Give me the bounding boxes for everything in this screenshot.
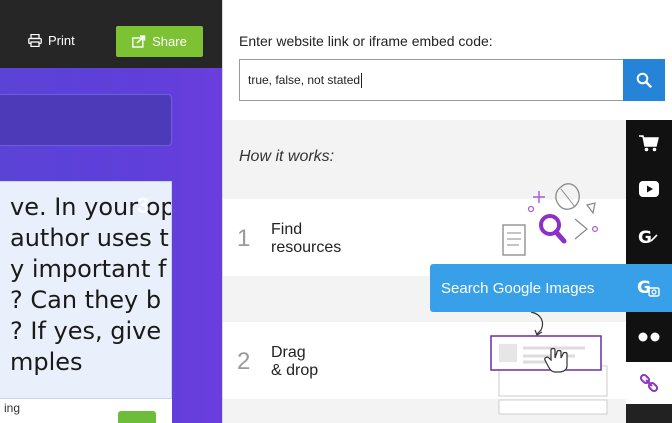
google-images-icon: G: [637, 278, 660, 298]
google-link-icon: G: [638, 228, 658, 247]
embed-input[interactable]: true, false, not stated: [239, 59, 623, 101]
sidebar-item-link[interactable]: [626, 364, 672, 402]
card-number-badge: 3: [137, 193, 150, 218]
sidebar-item-google-search[interactable]: G: [626, 218, 672, 256]
card-line: ? Can they b: [10, 286, 162, 314]
drag-drop-illustration: [490, 311, 608, 415]
step-label-line: Find: [271, 221, 303, 238]
card-line: mples: [10, 348, 83, 376]
card-text: ve. In your op author uses t y important…: [10, 192, 171, 378]
media-panel: Enter website link or iframe embed code:…: [222, 0, 672, 423]
embed-input-value: true, false, not stated: [248, 73, 361, 87]
youtube-icon: [639, 181, 659, 197]
top-toolbar: Print Share: [0, 0, 222, 68]
search-icon: [636, 72, 652, 88]
svg-text:G: G: [638, 228, 652, 247]
sidebar-item-google-images[interactable]: G: [626, 264, 672, 312]
card-line: y important f: [10, 255, 167, 283]
flickr-icon: [638, 332, 660, 342]
step-number: 2: [237, 348, 251, 375]
step-label-line: & drop: [271, 362, 319, 379]
how-it-works-title: How it works:: [239, 148, 335, 165]
bottom-strip-label: ing: [4, 401, 21, 415]
sidebar-more[interactable]: [626, 404, 672, 423]
google-images-tooltip: Search Google Images: [430, 264, 626, 312]
card-line: ? If yes, give: [10, 317, 162, 345]
embed-label: Enter website link or iframe embed code:: [239, 33, 493, 49]
title-field[interactable]: [0, 94, 172, 146]
sidebar-item-youtube[interactable]: [626, 170, 672, 208]
step-label: Find resources: [271, 221, 341, 257]
sidebar-item-flickr[interactable]: [626, 318, 672, 356]
share-icon: [132, 35, 146, 48]
share-button[interactable]: Share: [116, 26, 203, 57]
find-resources-illustration: [502, 183, 598, 256]
tooltip-label: Search Google Images: [441, 279, 595, 297]
card-line: author uses t: [10, 224, 169, 252]
step-drag-drop: 2 Drag & drop: [223, 311, 627, 415]
step-label: Drag & drop: [271, 344, 318, 380]
link-icon: [639, 373, 659, 393]
editor-background: Print Share ve. In your op author uses t…: [0, 0, 222, 423]
step-label-line: resources: [271, 239, 342, 256]
bottom-green-button[interactable]: [118, 411, 156, 423]
cart-icon: [639, 135, 659, 152]
print-button[interactable]: Print: [28, 28, 75, 52]
text-caret: [361, 72, 363, 88]
step-label-line: Drag: [271, 344, 306, 361]
printer-icon: [28, 33, 42, 47]
sidebar-item-shop[interactable]: [626, 124, 672, 162]
share-label: Share: [152, 34, 187, 49]
print-label: Print: [48, 32, 75, 48]
search-button[interactable]: [623, 59, 665, 101]
step-number: 1: [237, 225, 251, 252]
